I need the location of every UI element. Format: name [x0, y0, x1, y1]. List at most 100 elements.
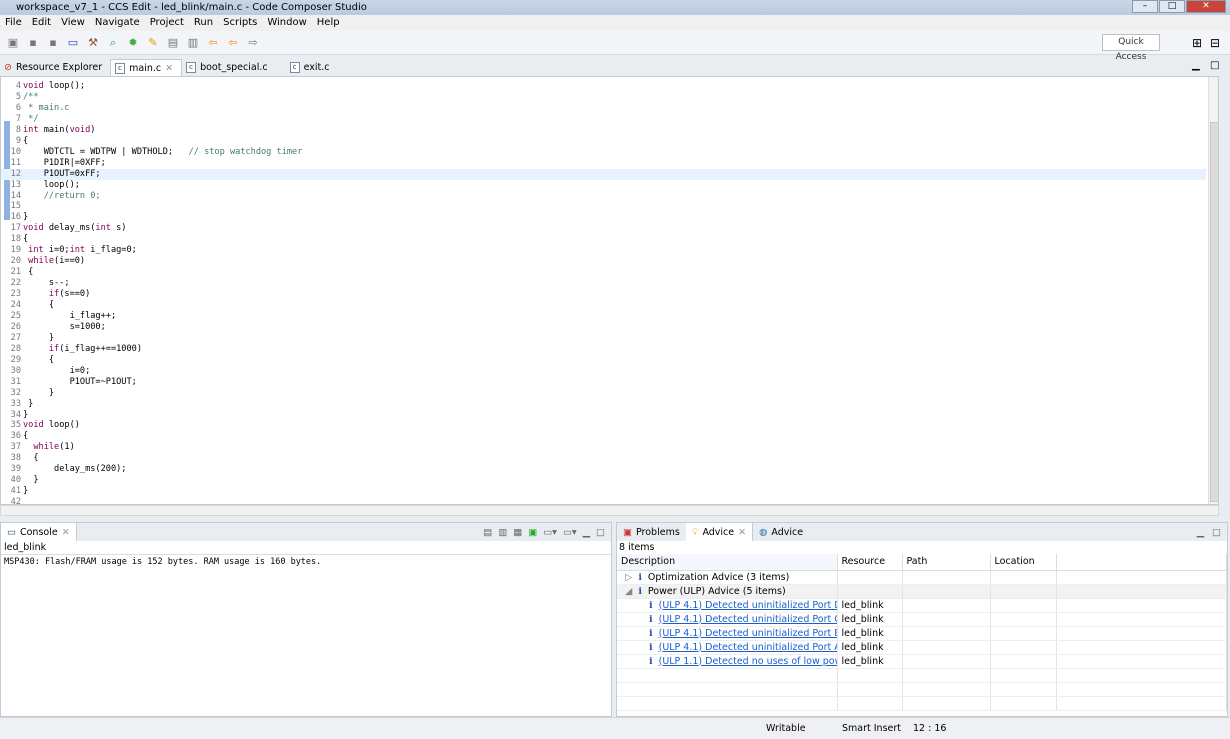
advice-group[interactable]: ◢ i Power (ULP) Advice (5 items)	[617, 584, 1227, 599]
tab-console[interactable]: ▭ Console ✕	[1, 523, 77, 541]
code-line[interactable]: 19 int i=0;int i_flag=0;intint	[1, 245, 1206, 257]
scroll-thumb[interactable]	[1210, 122, 1218, 502]
tab-boot-special-c[interactable]: c boot_special.c	[182, 59, 276, 76]
flash-icon[interactable]: ✎	[146, 36, 160, 50]
code-line[interactable]: 17 void delay_ms(int s) void int	[1, 223, 1206, 235]
code-line[interactable]: 30 i=0;	[1, 366, 1206, 377]
pin-console-icon[interactable]: ▣	[528, 527, 537, 538]
code-line[interactable]: 28 if(i_flag++==1000) if	[1, 343, 1206, 355]
menu-edit[interactable]: Edit	[32, 15, 51, 31]
code-line[interactable]: 23 if(s==0) if	[1, 289, 1206, 301]
maximize-button[interactable]: □	[1159, 0, 1185, 13]
collapse-icon[interactable]: ◢	[625, 586, 632, 597]
minimize-icon[interactable]: ▁	[583, 527, 590, 538]
code-line[interactable]: 33 }	[1, 399, 1206, 410]
vertical-scrollbar[interactable]	[1208, 77, 1218, 504]
save-icon[interactable]: ▪	[26, 36, 40, 50]
quick-access-input[interactable]: Quick Access	[1102, 34, 1160, 62]
terminal-icon[interactable]: ▭	[66, 36, 80, 50]
advice-row[interactable]: i (ULP 4.1) Detected uninitialized Port D…	[617, 598, 1227, 613]
code-line[interactable]: 4 void loop(); void	[1, 81, 1206, 92]
horizontal-scrollbar[interactable]	[0, 505, 1219, 516]
column-resource[interactable]: Resource	[837, 554, 903, 571]
menu-view[interactable]: View	[61, 15, 85, 31]
scroll-lock-icon[interactable]: ▥	[498, 527, 507, 538]
menu-scripts[interactable]: Scripts	[223, 15, 257, 31]
close-tab-icon[interactable]: ✕	[165, 60, 173, 77]
code-line[interactable]: 6 * main.c * main.c	[1, 102, 1206, 114]
code-line[interactable]: 18{	[1, 234, 1206, 245]
advice-row[interactable]: i (ULP 4.1) Detected uninitialized Port C…	[617, 612, 1227, 627]
code-line[interactable]: 34}	[1, 410, 1206, 421]
advice-link[interactable]: (ULP 4.1) Detected uninitialized Port C …	[659, 614, 836, 625]
code-line[interactable]: 8 int main(void) int void	[1, 124, 1206, 136]
code-line[interactable]: 32 }	[1, 388, 1206, 399]
tab-advice[interactable]: 💡︎ Advice ✕	[685, 523, 754, 541]
column-path[interactable]: Path	[902, 554, 991, 571]
advice-group[interactable]: ▷ i Optimization Advice (3 items)	[617, 570, 1227, 585]
code-line[interactable]: 9{	[1, 136, 1206, 147]
memory-icon[interactable]: ▥	[186, 36, 200, 50]
code-line[interactable]: 21 {	[1, 267, 1206, 278]
back-icon[interactable]: ⇦	[226, 36, 240, 50]
copy-icon[interactable]: ▤	[166, 36, 180, 50]
tab-exit-c[interactable]: c exit.c	[286, 59, 338, 76]
code-line[interactable]: 24 {	[1, 300, 1206, 311]
build-icon[interactable]: ⚒	[86, 36, 100, 50]
display-console-icon[interactable]: ▭▾	[543, 527, 557, 538]
code-line[interactable]: 27 }	[1, 333, 1206, 344]
tab-resource-explorer[interactable]: ⊘ Resource Explorer	[0, 59, 110, 76]
word-wrap-icon[interactable]: ▦	[513, 527, 522, 538]
menu-project[interactable]: Project	[150, 15, 184, 31]
maximize-editor-icon[interactable]: □	[1210, 60, 1219, 71]
menu-run[interactable]: Run	[194, 15, 213, 31]
code-line[interactable]: 22 s--;	[1, 278, 1206, 289]
tab-main-c[interactable]: c main.c ✕	[110, 59, 183, 77]
advice-link[interactable]: (ULP 4.1) Detected uninitialized Port B …	[659, 628, 836, 639]
close-tab-icon[interactable]: ✕	[738, 527, 746, 538]
last-edit-icon[interactable]: ⇦	[206, 36, 220, 50]
advice-link[interactable]: (ULP 4.1) Detected uninitialized Port A …	[659, 642, 836, 653]
code-line[interactable]: 7 */ */	[1, 113, 1206, 125]
advice-row[interactable]: i (ULP 1.1) Detected no uses of low power…	[617, 654, 1227, 669]
code-line[interactable]: 12 P1OUT=0xFF;	[1, 168, 1206, 180]
advice-link[interactable]: (ULP 4.1) Detected uninitialized Port D …	[659, 600, 836, 611]
advice-row[interactable]: i (ULP 4.1) Detected uninitialized Port B…	[617, 626, 1227, 641]
menu-navigate[interactable]: Navigate	[95, 15, 140, 31]
close-tab-icon[interactable]: ✕	[62, 527, 70, 538]
code-line[interactable]: 26 s=1000;	[1, 322, 1206, 333]
ccs-edit-perspective-icon[interactable]: ⊟	[1210, 36, 1220, 50]
maximize-icon[interactable]: □	[596, 527, 605, 538]
code-line[interactable]: 11 P1DIR|=0XFF;	[1, 158, 1206, 169]
code-line[interactable]: 42	[1, 497, 1206, 504]
code-line[interactable]: 36{	[1, 431, 1206, 442]
code-line[interactable]: 13 loop();	[1, 180, 1206, 191]
code-line[interactable]: 38 {	[1, 453, 1206, 464]
tab-problems[interactable]: ▣ Problems	[617, 523, 686, 541]
code-line[interactable]: 5/**/**	[1, 91, 1206, 103]
menu-file[interactable]: File	[5, 15, 22, 31]
code-line[interactable]: 25 i_flag++;	[1, 311, 1206, 322]
code-line[interactable]: 31 P1OUT=~P1OUT;	[1, 377, 1206, 388]
maximize-icon[interactable]: □	[1212, 527, 1221, 538]
minimize-icon[interactable]: ▁	[1197, 527, 1204, 538]
code-line[interactable]: 35 void loop() void	[1, 420, 1206, 432]
expand-icon[interactable]: ▷	[625, 572, 632, 583]
minimize-button[interactable]: –	[1132, 0, 1158, 13]
code-editor[interactable]: 4void loop();void5/**/**6 * main.c * mai…	[0, 76, 1219, 505]
code-line[interactable]: 41}	[1, 486, 1206, 497]
advice-link[interactable]: (ULP 1.1) Detected no uses of low power …	[659, 656, 836, 667]
save-all-icon[interactable]: ▪	[46, 36, 60, 50]
column-location[interactable]: Location	[990, 554, 1057, 571]
close-button[interactable]: ✕	[1186, 0, 1226, 13]
search-icon[interactable]: ⌕	[106, 36, 120, 50]
menu-window[interactable]: Window	[267, 15, 306, 31]
code-line[interactable]: 29 {	[1, 355, 1206, 366]
code-line[interactable]: 37 while(1)while	[1, 442, 1206, 454]
tab-advice-web[interactable]: ◍ Advice	[753, 523, 809, 541]
clear-console-icon[interactable]: ▤	[483, 527, 492, 538]
code-line[interactable]: 20 while(i==0) while	[1, 256, 1206, 268]
forward-icon[interactable]: ⇨	[246, 36, 260, 50]
minimize-editor-icon[interactable]: ▁	[1192, 60, 1200, 71]
code-line[interactable]: 15	[1, 201, 1206, 212]
